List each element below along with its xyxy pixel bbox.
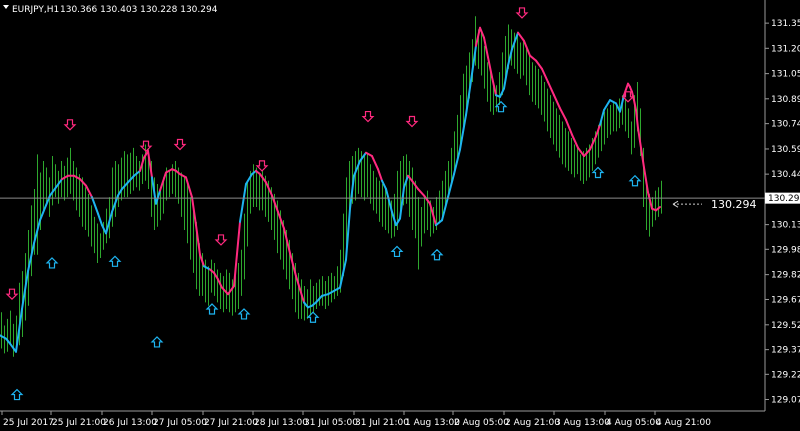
y-tick-label: 131.051: [771, 70, 800, 80]
price-chart[interactable]: 130.294 131.358 131.205 131.051 130.898 130.…: [0, 0, 800, 431]
x-tick-label: 28 Jul 13:00: [254, 418, 308, 428]
ohlc-values: 130.366 130.403 130.228 130.294: [60, 5, 218, 15]
annotation-price-text: 130.294: [711, 198, 757, 211]
x-tick-label: 1 Aug 13:00: [405, 418, 460, 428]
x-tick-label: 25 Jul 2017: [3, 418, 54, 428]
x-tick-label: 26 Jul 13:00: [103, 418, 157, 428]
y-tick-label: 130.898: [771, 95, 800, 105]
x-tick-label: 27 Jul 05:00: [153, 418, 207, 428]
x-tick-label: 4 Aug 05:00: [606, 418, 661, 428]
y-tick-label: 130.440: [771, 170, 800, 180]
chart-header: EURJPY,H1 130.366 130.403 130.228 130.29…: [3, 5, 218, 15]
x-tick-label: 2 Aug 05:00: [454, 418, 509, 428]
y-tick-label: 130.133: [771, 221, 800, 231]
x-tick-label: 31 Jul 05:00: [304, 418, 358, 428]
x-tick-label: 2 Aug 21:00: [505, 418, 560, 428]
y-tick-label: 131.358: [771, 19, 800, 29]
x-tick-label: 31 Jul 21:00: [355, 418, 409, 428]
y-tick-label: 129.678: [771, 295, 800, 305]
y-tick-label: 129.983: [771, 245, 800, 255]
symbol-timeframe: EURJPY,H1: [12, 5, 59, 15]
x-tick-label: 4 Aug 21:00: [656, 418, 711, 428]
y-tick-label: 130.593: [771, 145, 800, 155]
y-tick-label: 129.524: [771, 321, 800, 331]
y-tick-label: 129.070: [771, 395, 800, 405]
current-price-tag-text: 130.294: [768, 194, 800, 204]
x-tick-label: 3 Aug 13:00: [555, 418, 610, 428]
x-tick-label: 27 Jul 21:00: [204, 418, 258, 428]
y-tick-label: 129.373: [771, 346, 800, 356]
y-tick-label: 130.747: [771, 120, 800, 130]
y-tick-label: 129.223: [771, 370, 800, 380]
y-tick-label: 129.829: [771, 271, 800, 281]
x-tick-label: 25 Jul 21:00: [52, 418, 106, 428]
y-tick-label: 131.205: [771, 44, 800, 54]
